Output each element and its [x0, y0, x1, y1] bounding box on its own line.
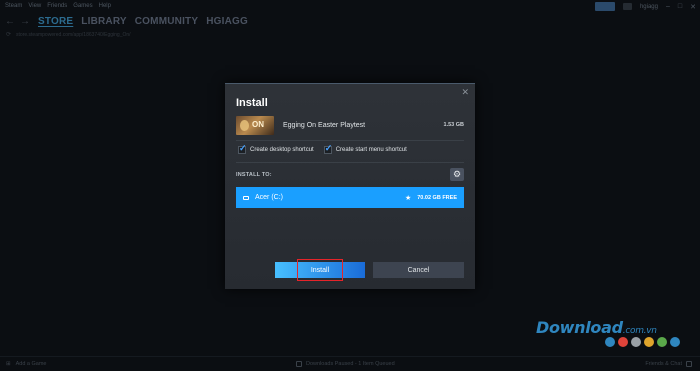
back-arrow-icon[interactable]: ← — [5, 16, 15, 27]
url-bar: ⟳ store.steampowered.com/app/1863740/Egg… — [0, 30, 131, 39]
game-info-row: ON Egging On Easter Playtest 1.53 GB — [236, 115, 464, 135]
minimize-icon[interactable]: – — [666, 3, 670, 10]
add-game-button[interactable]: ⊞ Add a Game — [6, 361, 47, 367]
forward-arrow-icon[interactable]: → — [20, 16, 30, 27]
watermark-word: Download — [536, 318, 623, 337]
install-to-label: INSTALL TO: — [236, 172, 272, 178]
downloads-label: Downloads Paused - 1 Item Queued — [306, 361, 395, 367]
drive-free-space: 70.02 GB FREE — [417, 194, 457, 201]
desktop-shortcut-option[interactable]: ✓ Create desktop shortcut — [238, 143, 314, 154]
broadcast-button[interactable] — [594, 2, 615, 11]
desktop-shortcut-checkbox[interactable]: ✓ — [238, 143, 247, 154]
plus-icon: ⊞ — [6, 361, 11, 367]
menu-games[interactable]: Games — [73, 3, 92, 9]
notifications-icon[interactable] — [622, 3, 632, 10]
startmenu-shortcut-checkbox[interactable]: ✓ — [323, 143, 333, 154]
thumbnail-text: ON — [252, 119, 264, 129]
bottom-bar: ⊞ Add a Game Downloads Paused - 1 Item Q… — [0, 356, 700, 371]
watermark: Download.com.vn — [536, 318, 657, 338]
drive-selector[interactable]: Acer (C:) ★ 70.02 GB FREE — [236, 187, 464, 208]
drive-name: Acer (C:) — [255, 194, 283, 201]
install-dialog: Install ✕ ON Egging On Easter Playtest 1… — [225, 83, 475, 289]
watermark-dot — [605, 337, 615, 347]
checkmark-icon: ✓ — [324, 143, 333, 153]
tab-library[interactable]: LIBRARY — [81, 16, 126, 27]
reload-icon[interactable]: ⟳ — [6, 31, 11, 38]
account-name[interactable]: hgiagg — [640, 4, 658, 10]
divider — [236, 140, 464, 141]
game-name: Egging On Easter Playtest — [283, 121, 366, 129]
checkmark-icon: ✓ — [239, 143, 247, 153]
downloads-status[interactable]: Downloads Paused - 1 Item Queued — [296, 361, 395, 367]
menu-steam[interactable]: Steam — [5, 3, 22, 9]
url-text: store.steampowered.com/app/1863740/Eggin… — [16, 31, 131, 38]
tab-profile[interactable]: HGIAGG — [206, 16, 248, 27]
add-game-label: Add a Game — [15, 361, 47, 367]
egg-icon — [240, 119, 249, 131]
watermark-ext: .com.vn — [622, 326, 657, 336]
maximize-icon[interactable]: □ — [678, 3, 682, 10]
tab-community[interactable]: COMMUNITY — [135, 16, 198, 27]
watermark-text: Download.com.vn — [536, 318, 657, 337]
watermark-dot — [670, 337, 680, 347]
titlebar-right: hgiagg – □ ✕ — [594, 2, 696, 11]
friends-label: Friends & Chat — [645, 361, 682, 367]
downloads-icon — [296, 361, 302, 367]
watermark-dot — [618, 337, 628, 347]
window-close-icon[interactable]: ✕ — [690, 3, 696, 11]
cancel-button[interactable]: Cancel — [373, 262, 464, 278]
watermark-dot — [644, 337, 654, 347]
tab-store[interactable]: STORE — [38, 16, 73, 27]
game-thumbnail: ON — [236, 115, 274, 135]
menu-help[interactable]: Help — [99, 3, 111, 9]
watermark-dots — [605, 337, 680, 347]
install-button[interactable]: Install — [275, 262, 365, 278]
star-icon: ★ — [404, 194, 412, 202]
watermark-dot — [631, 337, 641, 347]
divider — [236, 162, 464, 163]
startmenu-shortcut-label: Create start menu shortcut — [335, 147, 407, 153]
dialog-title: Install — [236, 97, 268, 109]
storage-settings-button[interactable]: ⚙ — [450, 168, 464, 181]
startmenu-shortcut-option[interactable]: ✓ Create start menu shortcut — [323, 143, 407, 154]
game-size: 1.53 GB — [443, 122, 464, 128]
friends-chat-button[interactable]: Friends & Chat — [645, 361, 692, 367]
close-icon[interactable]: ✕ — [461, 87, 469, 98]
menu-friends[interactable]: Friends — [47, 3, 67, 9]
menu-view[interactable]: View — [28, 3, 41, 9]
main-nav: ← → STORE LIBRARY COMMUNITY HGIAGG — [0, 13, 248, 29]
watermark-dot — [657, 337, 667, 347]
desktop-shortcut-label: Create desktop shortcut — [250, 147, 314, 153]
chat-icon — [686, 361, 692, 367]
gear-icon: ⚙ — [452, 169, 462, 179]
shortcut-options: ✓ Create desktop shortcut ✓ Create start… — [238, 143, 417, 154]
drive-icon — [243, 195, 249, 200]
